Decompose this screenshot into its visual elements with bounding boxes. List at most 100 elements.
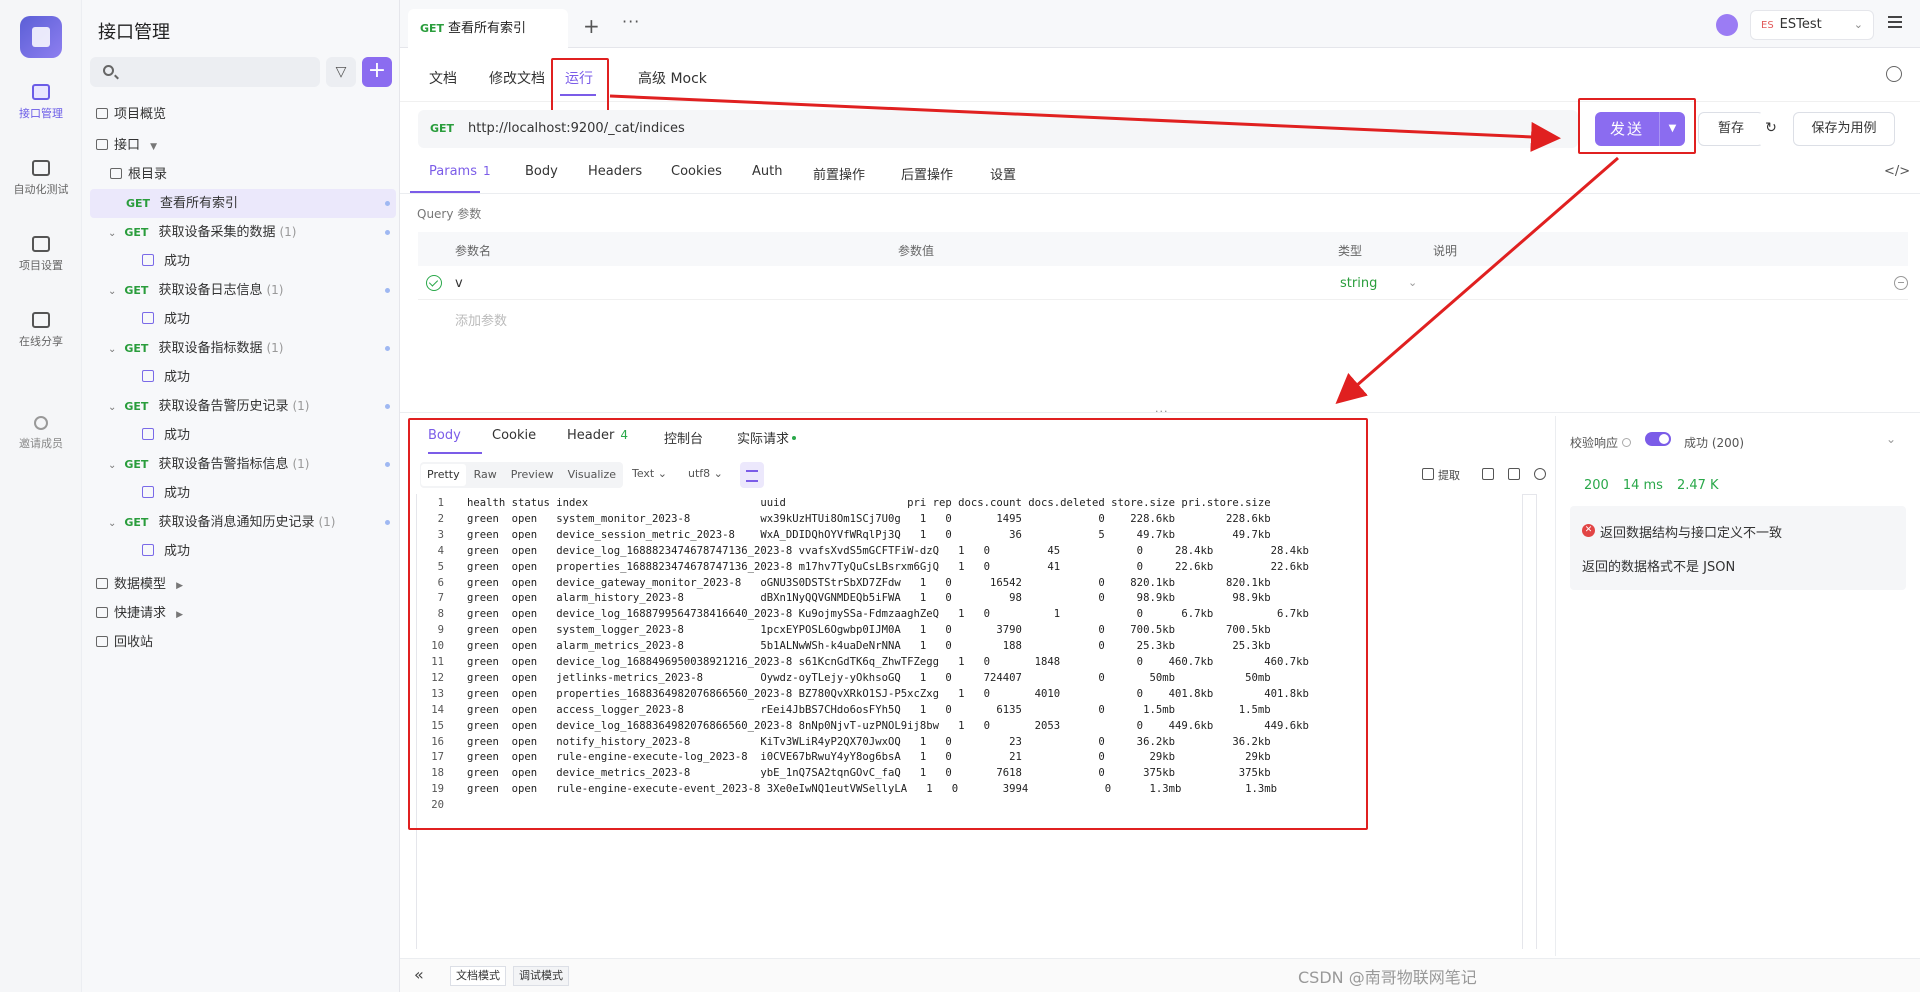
- add-param-row[interactable]: 添加参数: [418, 300, 1908, 334]
- api-icon: [32, 84, 50, 100]
- add-button[interactable]: +: [362, 57, 392, 87]
- more-tabs-button[interactable]: ···: [622, 12, 640, 31]
- error-icon: ✕: [1582, 524, 1595, 537]
- chevron-down-icon[interactable]: ⌄: [108, 460, 116, 471]
- param-type[interactable]: string: [1340, 276, 1377, 291]
- case-count: (1): [266, 341, 284, 355]
- response-size: 2.47 K: [1676, 478, 1719, 493]
- document-tab[interactable]: GET 查看所有索引: [408, 9, 568, 48]
- chevron-down-icon[interactable]: ⌄: [108, 402, 116, 413]
- tab-headers[interactable]: Headers: [588, 164, 642, 179]
- compass-icon[interactable]: [1716, 14, 1738, 36]
- column-header: 说明: [1433, 244, 1458, 258]
- folder-icon: [96, 139, 108, 150]
- save-temp-button[interactable]: 暂存: [1698, 112, 1764, 146]
- tree-item-endpoint[interactable]: ⌄ GET 获取设备告警历史记录 (1): [90, 392, 396, 421]
- tab-edit-docs[interactable]: 修改文档: [489, 68, 545, 88]
- extract-button[interactable]: 提取: [1438, 467, 1460, 483]
- chevron-down-icon[interactable]: ⌄: [108, 228, 116, 239]
- tab-pre-ops[interactable]: 前置操作: [813, 164, 865, 183]
- tree-item-endpoint[interactable]: ⌄ GET 获取设备日志信息 (1): [90, 276, 396, 305]
- tree-item-case[interactable]: 成功: [90, 247, 396, 276]
- tab-cookies[interactable]: Cookies: [671, 164, 722, 179]
- tree-item-case[interactable]: 成功: [90, 479, 396, 508]
- tab-post-ops[interactable]: 后置操作: [901, 164, 953, 183]
- tab-advanced-mock[interactable]: 高级 Mock: [638, 68, 707, 88]
- tree-label: 成功: [164, 312, 191, 327]
- method-badge: GET: [124, 458, 149, 471]
- scrollbar-track: [1522, 494, 1536, 495]
- tree-item-overview[interactable]: 项目概览: [90, 100, 396, 129]
- search-input[interactable]: [90, 57, 320, 87]
- tree-item-endpoint[interactable]: ⌄ GET 获取设备采集的数据 (1): [90, 218, 396, 247]
- app-logo[interactable]: [20, 16, 62, 58]
- tree-item-case[interactable]: 成功: [90, 537, 396, 566]
- rail-item-auto-test[interactable]: 自动化测试: [0, 160, 82, 197]
- history-icon[interactable]: [1886, 66, 1902, 82]
- tree-label: 获取设备消息通知历史记录: [158, 515, 315, 530]
- debug-mode-button[interactable]: 调试模式: [513, 966, 569, 986]
- environment-select[interactable]: ES ESTest ⌄: [1750, 10, 1874, 40]
- status-dot: [385, 288, 390, 293]
- tree-item-endpoint[interactable]: ⌄ GET 获取设备指标数据 (1): [90, 334, 396, 363]
- response-time: 14 ms: [1622, 478, 1663, 493]
- status-dot: [385, 520, 390, 525]
- save-as-case-button[interactable]: 保存为用例: [1793, 112, 1895, 146]
- app-rail: 接口管理 自动化测试 项目设置 在线分享 邀请成员: [0, 0, 82, 992]
- tab-settings[interactable]: 设置: [990, 164, 1016, 183]
- remove-param-icon[interactable]: [1894, 276, 1908, 290]
- rail-item-project-settings[interactable]: 项目设置: [0, 236, 82, 273]
- settings-icon: [32, 236, 50, 252]
- chevron-down-icon[interactable]: ⌄: [108, 344, 116, 355]
- tab-docs[interactable]: 文档: [429, 68, 457, 88]
- tree-item-root[interactable]: 根目录: [90, 160, 396, 189]
- rail-item-invite-members[interactable]: 邀请成员: [0, 416, 82, 451]
- tree-label: 成功: [164, 428, 191, 443]
- chevron-down-icon[interactable]: ⌄: [108, 518, 116, 529]
- chevron-down-icon[interactable]: ⌄: [108, 286, 116, 297]
- tab-count: 1: [482, 164, 491, 178]
- collapse-sidebar-button[interactable]: «: [414, 965, 424, 984]
- case-count: (1): [318, 515, 336, 529]
- rail-item-online-share[interactable]: 在线分享: [0, 312, 82, 349]
- tree-item-case[interactable]: 成功: [90, 305, 396, 334]
- url-input[interactable]: GET http://localhost:9200/_cat/indices: [418, 110, 1578, 148]
- doc-mode-button[interactable]: 文档模式: [450, 966, 506, 986]
- tree-item-case[interactable]: 成功: [90, 421, 396, 450]
- tab-body[interactable]: Body: [525, 164, 558, 179]
- download-icon[interactable]: [1482, 468, 1494, 480]
- chevron-down-icon: ⌄: [1408, 276, 1418, 289]
- param-name[interactable]: v: [455, 276, 463, 291]
- filter-icon: ▽: [335, 64, 347, 80]
- tree-item-endpoint[interactable]: GET 查看所有索引: [90, 189, 396, 218]
- rail-item-api-management[interactable]: 接口管理: [0, 84, 82, 121]
- validation-error: ✕ 返回数据结构与接口定义不一致 返回的数据格式不是 JSON: [1570, 506, 1906, 590]
- enabled-checkbox[interactable]: [426, 275, 442, 291]
- search-icon[interactable]: [1534, 468, 1546, 480]
- error-title: 返回数据结构与接口定义不一致: [1600, 526, 1783, 541]
- tab-params[interactable]: Params 1: [429, 164, 491, 179]
- case-count: (1): [292, 399, 310, 413]
- filter-button[interactable]: ▽: [326, 57, 356, 87]
- validate-toggle[interactable]: [1645, 432, 1671, 446]
- tree-item-case[interactable]: 成功: [90, 363, 396, 392]
- tree-item-api-group[interactable]: 接口 ▼: [90, 131, 396, 160]
- tab-auth[interactable]: Auth: [752, 164, 782, 179]
- case-icon: [142, 544, 154, 556]
- tree-label: 查看所有索引: [160, 196, 239, 211]
- tree-item-recycle-bin[interactable]: 回收站: [90, 628, 396, 657]
- refresh-icon[interactable]: ↻: [1758, 112, 1784, 146]
- menu-icon[interactable]: [1888, 16, 1902, 28]
- tree-item-endpoint[interactable]: ⌄ GET 获取设备消息通知历史记录 (1): [90, 508, 396, 537]
- new-tab-button[interactable]: +: [583, 14, 600, 38]
- method-badge: GET: [124, 284, 149, 297]
- active-tab-indicator: [410, 191, 480, 193]
- tree-item-endpoint[interactable]: ⌄ GET 获取设备告警指标信息 (1): [90, 450, 396, 479]
- tree-item-quick-requests[interactable]: 快捷请求 ▶: [90, 599, 396, 628]
- code-icon[interactable]: </>: [1884, 164, 1910, 179]
- rail-item-label: 项目设置: [19, 259, 63, 272]
- tree-item-data-models[interactable]: 数据模型 ▶: [90, 570, 396, 599]
- chevron-down-icon[interactable]: ⌄: [1886, 432, 1896, 446]
- rail-item-label: 自动化测试: [13, 183, 69, 196]
- copy-icon[interactable]: [1508, 468, 1520, 480]
